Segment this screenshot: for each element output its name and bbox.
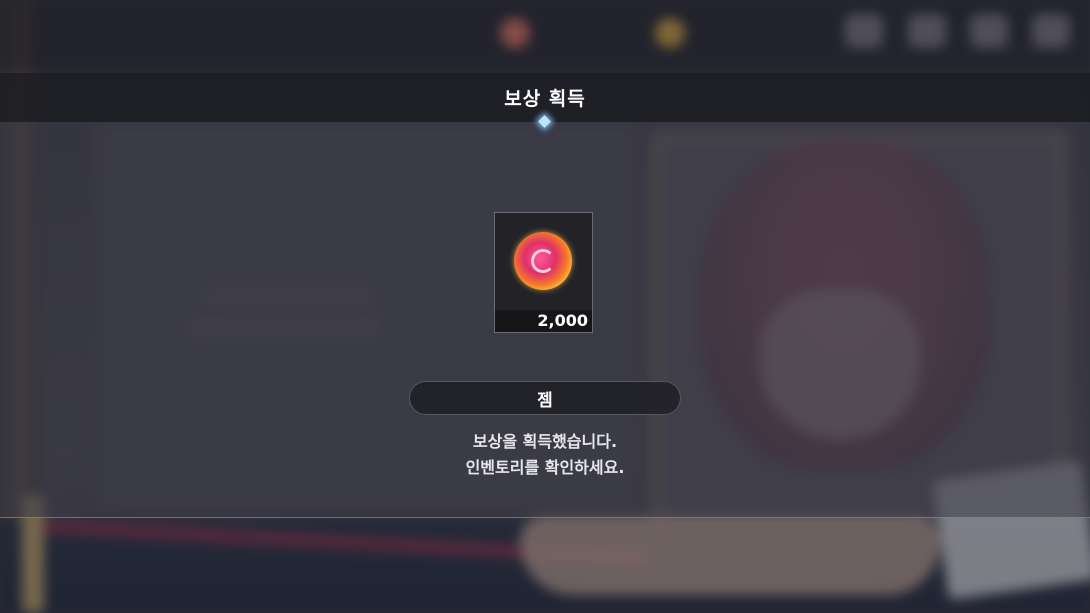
game-screen: 보상 획득 2,000 젬 보상을 획득했습니다. 인벤토리를 확인하세요.: [0, 0, 1090, 613]
reward-quantity: 2,000: [537, 311, 588, 330]
item-name: 젬: [537, 390, 553, 411]
reward-item-slot[interactable]: 2,000: [494, 212, 593, 333]
reward-message: 보상을 획득했습니다. 인벤토리를 확인하세요.: [345, 429, 745, 481]
message-line-2: 인벤토리를 확인하세요.: [465, 458, 625, 477]
dialog-title: 보상 획득: [504, 88, 586, 110]
message-line-1: 보상을 획득했습니다.: [472, 432, 618, 451]
gem-orb-icon: [514, 232, 572, 290]
item-name-pill: 젬: [409, 381, 681, 415]
